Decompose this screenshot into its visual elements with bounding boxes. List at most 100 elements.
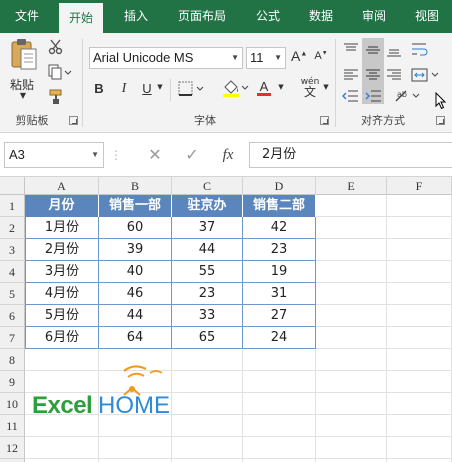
italic-button[interactable]: I xyxy=(117,81,131,97)
cut-icon[interactable] xyxy=(48,39,64,58)
chevron-down-icon[interactable]: ▼ xyxy=(321,83,331,91)
chevron-down-icon: ▼ xyxy=(231,53,239,62)
tab-insert[interactable]: 插入 xyxy=(113,0,159,33)
fill-color-icon[interactable] xyxy=(221,78,251,101)
underline-button[interactable]: U xyxy=(140,81,154,96)
chevron-down-icon[interactable]: ▼ xyxy=(155,83,165,91)
row-header-8[interactable]: 8 xyxy=(0,349,25,371)
cancel-icon[interactable]: ✕ xyxy=(143,144,167,166)
column-header-b[interactable]: B xyxy=(99,177,172,195)
table-cell[interactable]: 37 xyxy=(172,217,243,239)
more-dots-icon[interactable]: ⋮ xyxy=(110,144,122,166)
align-center-icon[interactable] xyxy=(365,67,381,86)
tab-file[interactable]: 文件 xyxy=(4,0,50,33)
format-painter-icon[interactable] xyxy=(48,89,64,108)
chevron-down-icon[interactable]: ▼ xyxy=(276,83,286,91)
column-header-c[interactable]: C xyxy=(172,177,243,195)
table-cell[interactable]: 6月份 xyxy=(25,327,99,349)
row-header-12[interactable]: 12 xyxy=(0,437,25,459)
align-bottom-icon[interactable] xyxy=(386,42,402,61)
tab-home[interactable]: 开始 xyxy=(59,3,103,33)
row-header-7[interactable]: 7 xyxy=(0,327,25,349)
row-header-3[interactable]: 3 xyxy=(0,239,25,261)
table-cell[interactable]: 33 xyxy=(172,305,243,327)
bold-button[interactable]: B xyxy=(92,81,106,96)
row-header-5[interactable]: 5 xyxy=(0,283,25,305)
font-size-dropdown[interactable]: 11 ▼ xyxy=(246,47,286,69)
column-header-d[interactable]: D xyxy=(243,177,316,195)
borders-icon[interactable] xyxy=(178,80,206,101)
table-cell[interactable]: 44 xyxy=(99,305,172,327)
tab-formulas[interactable]: 公式 xyxy=(246,0,290,33)
column-header-a[interactable]: A xyxy=(25,177,99,195)
table-cell[interactable]: 44 xyxy=(172,239,243,261)
shrink-font-button[interactable]: A▼ xyxy=(313,50,329,62)
table-cell[interactable]: 39 xyxy=(99,239,172,261)
row-header-4[interactable]: 4 xyxy=(0,261,25,283)
table-cell[interactable]: 4月份 xyxy=(25,283,99,305)
decrease-indent-icon[interactable] xyxy=(341,88,359,107)
copy-icon[interactable] xyxy=(48,64,72,83)
align-top-icon[interactable] xyxy=(343,42,359,61)
table-header-cell[interactable]: 月份 xyxy=(25,195,99,217)
row-header-9[interactable]: 9 xyxy=(0,371,25,393)
increase-indent-icon[interactable] xyxy=(364,88,382,107)
chevron-down-icon[interactable]: ▼ xyxy=(17,91,29,100)
table-cell[interactable]: 23 xyxy=(243,239,316,261)
table-header-cell[interactable]: 销售一部 xyxy=(99,195,172,217)
enter-icon[interactable]: ✓ xyxy=(180,144,204,166)
font-dialog-launcher[interactable] xyxy=(320,116,329,125)
paste-icon[interactable] xyxy=(9,37,39,73)
column-header-e[interactable]: E xyxy=(316,177,387,195)
tab-page-layout[interactable]: 页面布局 xyxy=(170,0,234,33)
table-cell[interactable]: 40 xyxy=(99,261,172,283)
table-cell[interactable]: 24 xyxy=(243,327,316,349)
row-header-2[interactable]: 2 xyxy=(0,217,25,239)
table-cell[interactable]: 42 xyxy=(243,217,316,239)
chevron-down-icon: ▼ xyxy=(274,53,282,62)
align-left-icon[interactable] xyxy=(343,67,359,86)
column-header-f[interactable]: F xyxy=(387,177,452,195)
worksheet-grid[interactable]: ABCDEF 12345678910111213 月份销售一部驻京办销售二部1月… xyxy=(0,176,452,462)
row-header-6[interactable]: 6 xyxy=(0,305,25,327)
grow-font-button[interactable]: A▲ xyxy=(291,48,307,64)
align-middle-icon[interactable] xyxy=(365,42,381,61)
table-cell[interactable]: 23 xyxy=(172,283,243,305)
row-header-10[interactable]: 10 xyxy=(0,393,25,415)
font-name-dropdown[interactable]: Arial Unicode MS ▼ xyxy=(89,47,243,69)
table-cell[interactable]: 3月份 xyxy=(25,261,99,283)
tab-view[interactable]: 视图 xyxy=(404,0,450,33)
table-cell[interactable]: 27 xyxy=(243,305,316,327)
formula-input[interactable]: 2月份 xyxy=(249,142,452,168)
orientation-icon[interactable]: ab xyxy=(394,87,422,108)
table-cell[interactable]: 31 xyxy=(243,283,316,305)
table-cell[interactable]: 2月份 xyxy=(25,239,99,261)
tab-review[interactable]: 审阅 xyxy=(351,0,397,33)
table-cell[interactable]: 55 xyxy=(172,261,243,283)
table-header-cell[interactable]: 驻京办 xyxy=(172,195,243,217)
name-box[interactable]: A3 ▼ xyxy=(4,142,104,168)
table-cell[interactable]: 19 xyxy=(243,261,316,283)
align-right-icon[interactable] xyxy=(386,67,402,86)
merge-center-icon[interactable] xyxy=(411,67,441,86)
alignment-dialog-launcher[interactable] xyxy=(436,116,445,125)
font-group-label: 字体 xyxy=(194,114,216,127)
table-cell[interactable]: 46 xyxy=(99,283,172,305)
wrap-text-icon[interactable] xyxy=(411,41,429,60)
select-all-corner[interactable] xyxy=(0,177,25,195)
tab-data[interactable]: 数据 xyxy=(298,0,344,33)
phonetic-guide-button[interactable]: wén 文 xyxy=(299,77,321,99)
row-header-1[interactable]: 1 xyxy=(0,195,25,217)
table-cell[interactable]: 1月份 xyxy=(25,217,99,239)
row-header-11[interactable]: 11 xyxy=(0,415,25,437)
table-cell[interactable]: 60 xyxy=(99,217,172,239)
table-cell[interactable]: 65 xyxy=(172,327,243,349)
table-cell[interactable]: 5月份 xyxy=(25,305,99,327)
font-size-value: 11 xyxy=(250,50,264,65)
table-header-cell[interactable]: 销售二部 xyxy=(243,195,316,217)
grid-line-v xyxy=(386,195,387,462)
insert-function-icon[interactable]: fx xyxy=(216,144,240,166)
table-cell[interactable]: 64 xyxy=(99,327,172,349)
font-color-button[interactable]: A xyxy=(257,79,271,96)
clipboard-dialog-launcher[interactable] xyxy=(69,116,78,125)
